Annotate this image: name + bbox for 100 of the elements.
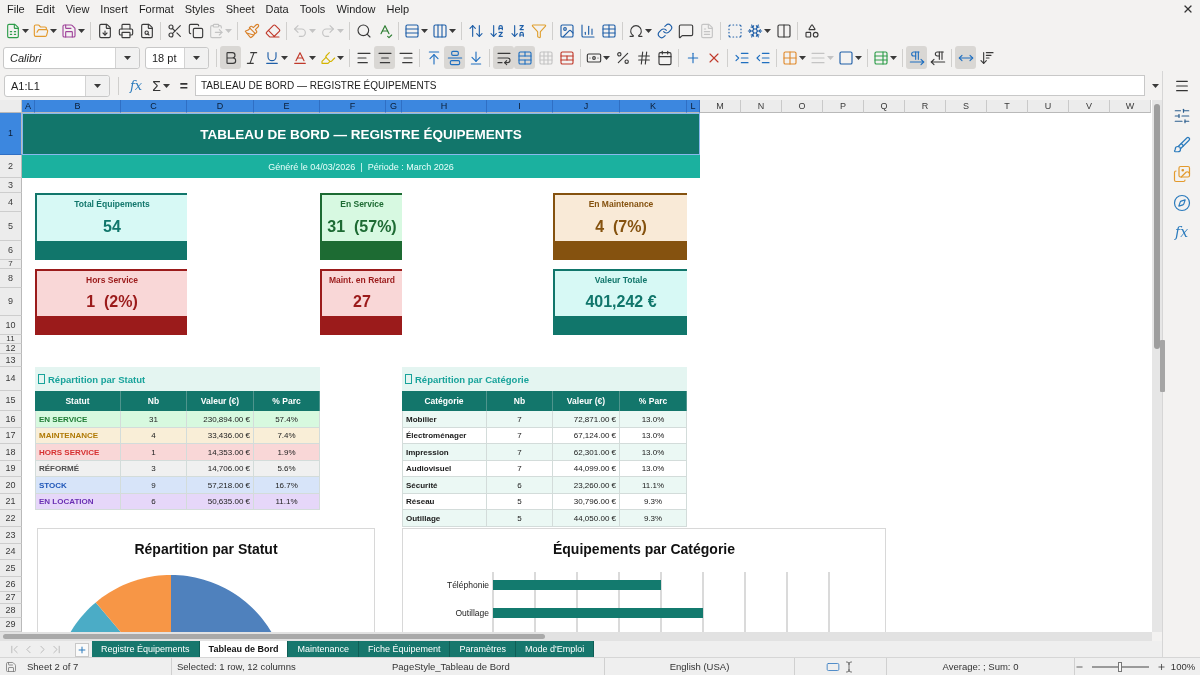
- menu-item[interactable]: Format: [135, 2, 177, 15]
- sheet-tab[interactable]: Mode d'Emploi: [516, 641, 595, 657]
- column-header[interactable]: F: [320, 100, 386, 113]
- column-header[interactable]: J: [553, 100, 620, 113]
- column-header[interactable]: E: [254, 100, 320, 113]
- row-header[interactable]: 28: [0, 604, 22, 618]
- column-header[interactable]: B: [35, 100, 121, 113]
- brush-icon[interactable]: [1172, 136, 1191, 154]
- menu-item[interactable]: Data: [262, 2, 292, 15]
- column-header[interactable]: G: [386, 100, 402, 113]
- vertical-scrollbar[interactable]: [1152, 100, 1162, 632]
- images-icon[interactable]: [1172, 165, 1191, 183]
- row-header[interactable]: 10: [0, 316, 22, 335]
- row-header[interactable]: 27: [0, 592, 22, 604]
- row-header[interactable]: 16: [0, 411, 22, 428]
- row-header[interactable]: 2: [0, 155, 22, 178]
- font-size-field[interactable]: 18 pt: [145, 46, 209, 69]
- zoom-percent[interactable]: 100%: [1170, 661, 1196, 672]
- sheet-tab[interactable]: Paramètres: [450, 641, 516, 657]
- column-header[interactable]: S: [946, 100, 987, 113]
- menu-item[interactable]: Help: [383, 2, 413, 15]
- row-header[interactable]: 22: [0, 510, 22, 527]
- column-header[interactable]: M: [700, 100, 741, 113]
- sheet-tab[interactable]: Maintenance: [288, 641, 359, 657]
- column-header[interactable]: U: [1028, 100, 1069, 113]
- column-header[interactable]: C: [121, 100, 187, 113]
- sheet-tab[interactable]: Tableau de Bord: [199, 641, 289, 657]
- formula-button[interactable]: =: [176, 74, 191, 97]
- horizontal-scrollbar[interactable]: [0, 632, 1152, 641]
- row-header[interactable]: 20: [0, 477, 22, 494]
- center-vertically-button[interactable]: [444, 46, 465, 69]
- row-header[interactable]: 6: [0, 241, 22, 260]
- row-header[interactable]: 7: [0, 260, 22, 269]
- sort-descending-icon: [509, 22, 526, 39]
- scrollbar-thumb[interactable]: [3, 634, 545, 639]
- row-header[interactable]: 15: [0, 391, 22, 411]
- text-cursor-icon[interactable]: [843, 660, 855, 673]
- bold-button[interactable]: [220, 46, 241, 69]
- column-header[interactable]: P: [823, 100, 864, 113]
- row-header[interactable]: 25: [0, 560, 22, 577]
- column-header[interactable]: H: [402, 100, 487, 113]
- row-header[interactable]: 23: [0, 527, 22, 544]
- row-header[interactable]: 3: [0, 178, 22, 193]
- column-header[interactable]: D: [187, 100, 254, 113]
- dropdown-button[interactable]: [85, 75, 109, 96]
- menu-item[interactable]: Insert: [97, 2, 131, 15]
- left-to-right-button[interactable]: [906, 46, 927, 69]
- dropdown-button[interactable]: [184, 47, 208, 68]
- row-header[interactable]: 9: [0, 288, 22, 316]
- menu-item[interactable]: View: [62, 2, 93, 15]
- menu-item[interactable]: File: [4, 2, 28, 15]
- function-wizard-button[interactable]: fx: [127, 74, 146, 97]
- name-box[interactable]: A1:L1: [4, 74, 110, 97]
- font-name-field[interactable]: Calibri: [3, 46, 140, 69]
- row-header[interactable]: 21: [0, 494, 22, 510]
- sliders-icon[interactable]: [1172, 107, 1191, 125]
- column-header[interactable]: O: [782, 100, 823, 113]
- sheet-tab[interactable]: Registre Équipements: [92, 641, 200, 657]
- row-header[interactable]: 19: [0, 461, 22, 477]
- scrollbar-thumb[interactable]: [1154, 104, 1160, 349]
- sum-button[interactable]: Σ: [149, 74, 173, 97]
- dropdown-button[interactable]: [115, 47, 139, 68]
- menu-item[interactable]: Window: [333, 2, 379, 15]
- row-header[interactable]: 8: [0, 269, 22, 288]
- column-header[interactable]: L: [687, 100, 700, 113]
- language-status[interactable]: English (USA): [669, 661, 730, 672]
- column-header[interactable]: T: [987, 100, 1028, 113]
- align-center-button[interactable]: [374, 46, 395, 69]
- row-header[interactable]: 13: [0, 354, 22, 367]
- row-header[interactable]: 1: [0, 113, 22, 155]
- sheet-tab[interactable]: Fiche Équipement: [358, 641, 451, 657]
- functions-button[interactable]: fx: [1174, 223, 1189, 241]
- column-header[interactable]: K: [620, 100, 687, 113]
- wrap-text-button[interactable]: [493, 46, 514, 69]
- row-header[interactable]: 4: [0, 193, 22, 212]
- column-header[interactable]: W: [1110, 100, 1151, 113]
- slider-thumb[interactable]: [1118, 661, 1123, 672]
- menu-item[interactable]: Tools: [296, 2, 329, 15]
- row-header[interactable]: 14: [0, 367, 22, 391]
- column-header[interactable]: A: [22, 100, 35, 113]
- menu-item[interactable]: Styles: [181, 2, 218, 15]
- menu-item[interactable]: Sheet: [222, 2, 258, 15]
- column-header[interactable]: V: [1069, 100, 1110, 113]
- row-header[interactable]: 17: [0, 428, 22, 444]
- row-header[interactable]: 24: [0, 544, 22, 560]
- zoom-in-icon[interactable]: [1156, 661, 1166, 672]
- sidebar-handle[interactable]: [1160, 340, 1165, 392]
- formula-input[interactable]: TABLEAU DE BORD — REGISTRE ÉQUIPEMENTS: [195, 75, 1145, 96]
- compass-icon[interactable]: [1172, 194, 1191, 212]
- column-header[interactable]: R: [905, 100, 946, 113]
- column-header[interactable]: N: [741, 100, 782, 113]
- row-header[interactable]: 18: [0, 444, 22, 461]
- column-header[interactable]: Q: [864, 100, 905, 113]
- selection-info: Selected: 1 row, 12 columns: [177, 661, 296, 672]
- column-header[interactable]: I: [487, 100, 553, 113]
- row-header[interactable]: 29: [0, 618, 22, 632]
- row-header[interactable]: 26: [0, 577, 22, 592]
- kpi-value: 54: [103, 217, 121, 236]
- row-header[interactable]: 5: [0, 212, 22, 241]
- menu-item[interactable]: Edit: [32, 2, 58, 15]
